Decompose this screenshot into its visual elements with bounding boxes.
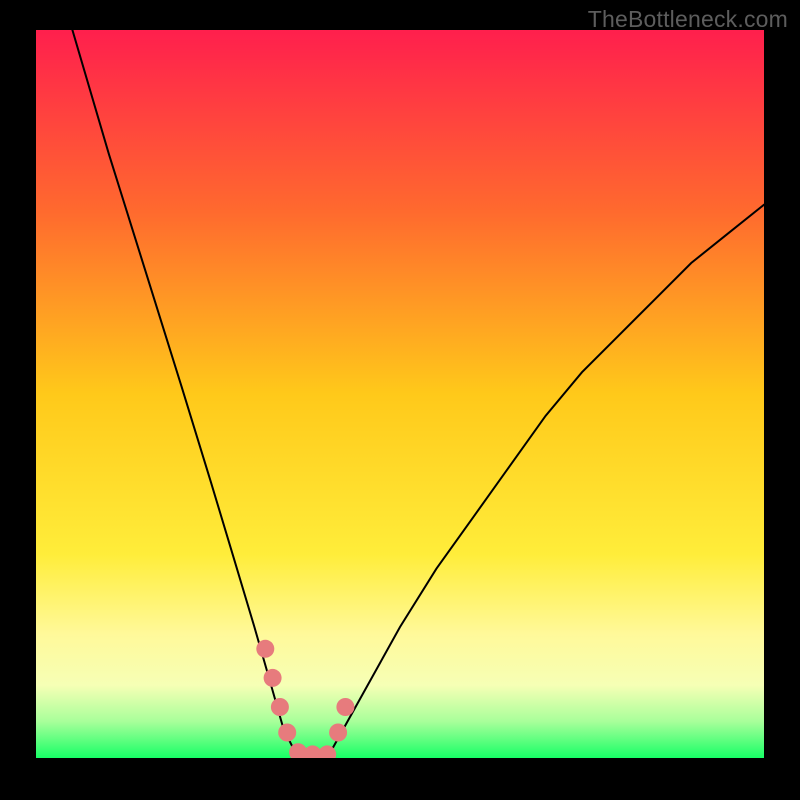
watermark-text: TheBottleneck.com	[588, 6, 788, 33]
chart-frame: TheBottleneck.com	[0, 0, 800, 800]
highlight-dot	[336, 698, 354, 716]
highlight-dot	[278, 724, 296, 742]
chart-plot-area	[36, 30, 764, 758]
highlight-dot	[329, 724, 347, 742]
highlight-dot	[271, 698, 289, 716]
highlight-dot	[264, 669, 282, 687]
highlight-dot	[256, 640, 274, 658]
chart-svg	[36, 30, 764, 758]
gradient-background	[36, 30, 764, 758]
